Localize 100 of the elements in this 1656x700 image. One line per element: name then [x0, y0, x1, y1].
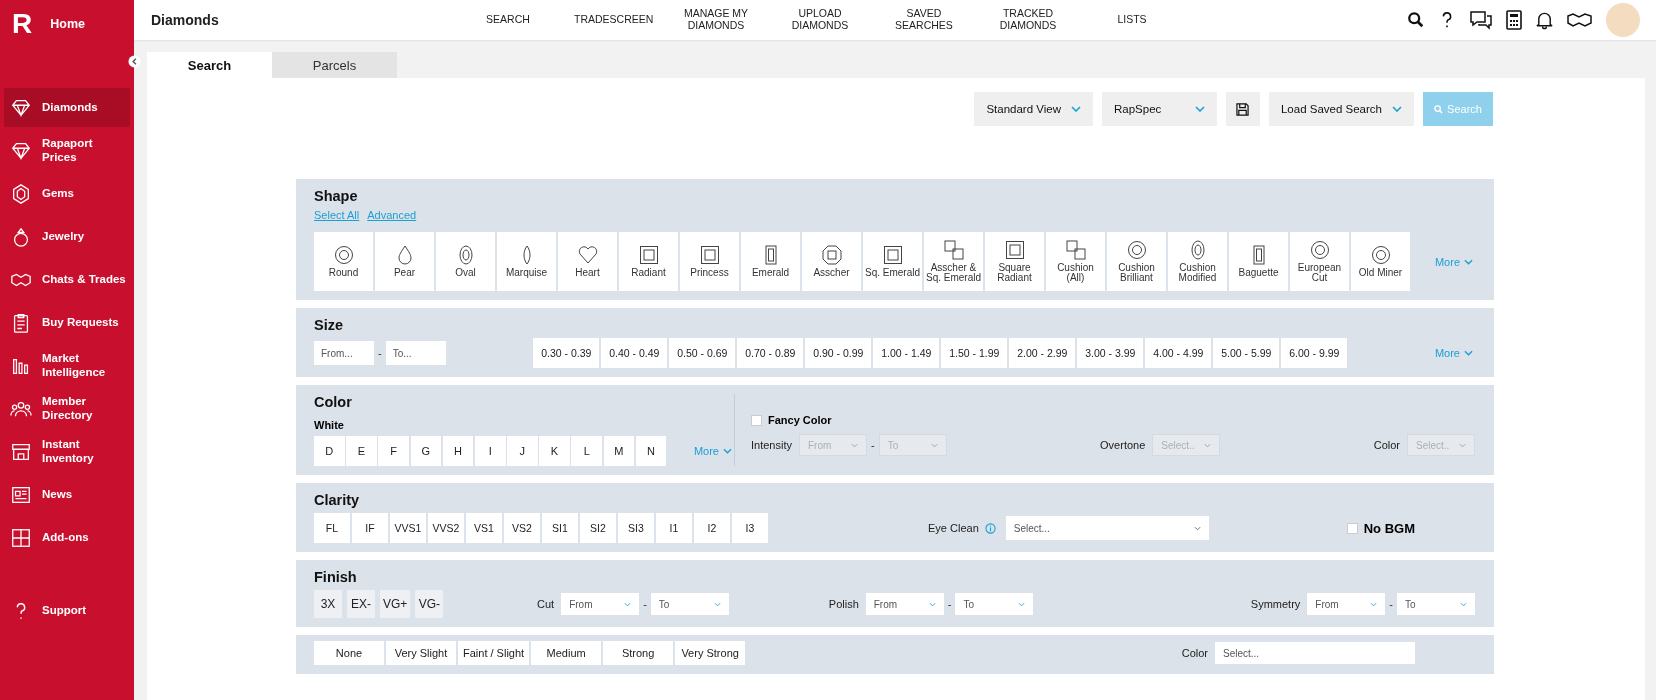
checkbox[interactable]: [1346, 522, 1358, 534]
color-grade-option[interactable]: J: [507, 436, 538, 466]
shape-option[interactable]: Round: [314, 232, 373, 291]
sidebar-item[interactable]: Instant Inventory: [4, 432, 130, 471]
color-grade-option[interactable]: N: [635, 436, 667, 466]
shape-option[interactable]: Emerald: [741, 232, 800, 291]
shape-option[interactable]: Baguette: [1229, 232, 1288, 291]
clarity-grade-option[interactable]: I2: [694, 513, 730, 543]
nav-link[interactable]: UPLOAD DIAMONDS: [768, 8, 872, 32]
size-to-field[interactable]: To...: [385, 341, 446, 365]
size-range-option[interactable]: 1.50 - 1.99: [941, 338, 1008, 368]
size-range-option[interactable]: 5.00 - 5.99: [1213, 338, 1280, 368]
clarity-grade-option[interactable]: SI3: [618, 513, 654, 543]
support-link[interactable]: Support: [4, 591, 130, 630]
from-select[interactable]: From: [1307, 593, 1386, 615]
to-select[interactable]: To: [1397, 593, 1475, 615]
sidebar-item[interactable]: Jewelry: [4, 217, 130, 256]
sidebar-item[interactable]: Diamonds: [4, 88, 130, 127]
shape-option[interactable]: Radiant: [619, 232, 678, 291]
fluorescence-option[interactable]: Faint / Slight: [458, 641, 530, 665]
size-range-option[interactable]: 1.00 - 1.49: [873, 338, 940, 368]
spec-select[interactable]: RapSpec: [1101, 92, 1217, 126]
eye-clean-select[interactable]: Select...: [1005, 516, 1209, 540]
finish-option[interactable]: VG-: [415, 590, 444, 618]
search-icon[interactable]: [1407, 11, 1425, 29]
shape-option[interactable]: Sq. Emerald: [863, 232, 922, 291]
to-select[interactable]: To: [650, 593, 729, 615]
nav-link[interactable]: TRACKED DIAMONDS: [976, 8, 1080, 32]
size-range-option[interactable]: 6.00 - 9.99: [1281, 338, 1348, 368]
shape-option[interactable]: Princess: [680, 232, 739, 291]
view-select[interactable]: Standard View: [974, 92, 1093, 126]
shape-option[interactable]: European Cut: [1290, 232, 1349, 291]
nav-link[interactable]: SEARCH: [456, 14, 560, 26]
fluorescence-option[interactable]: None: [314, 641, 384, 665]
clarity-grade-option[interactable]: I1: [656, 513, 692, 543]
size-range-option[interactable]: 0.30 - 0.39: [533, 338, 600, 368]
color-grade-option[interactable]: H: [442, 436, 474, 466]
sidebar-item[interactable]: Market Intelligence: [4, 346, 130, 385]
shape-option[interactable]: Oval: [436, 232, 495, 291]
shape-option[interactable]: Cushion Modified: [1168, 232, 1227, 291]
from-select[interactable]: From: [561, 593, 640, 615]
color-grade-option[interactable]: E: [346, 436, 377, 466]
shape-option[interactable]: Pear: [375, 232, 434, 291]
color-grade-option[interactable]: M: [603, 436, 635, 466]
from-select[interactable]: From: [865, 593, 944, 615]
finish-option[interactable]: EX-: [347, 590, 375, 618]
size-range-option[interactable]: 0.50 - 0.69: [669, 338, 736, 368]
fluorescence-option[interactable]: Strong: [603, 641, 674, 665]
size-range-option[interactable]: 0.90 - 0.99: [805, 338, 872, 368]
size-range-option[interactable]: 4.00 - 4.99: [1145, 338, 1212, 368]
clarity-grade-option[interactable]: VS2: [504, 513, 540, 543]
sidebar-item[interactable]: Gems: [4, 174, 130, 213]
fluorescence-color-select[interactable]: Select...: [1215, 642, 1415, 664]
size-range-option[interactable]: 3.00 - 3.99: [1077, 338, 1144, 368]
sidebar-item[interactable]: Rapaport Prices: [4, 131, 130, 170]
sidebar-item[interactable]: Buy Requests: [4, 303, 130, 342]
to-select[interactable]: To: [955, 593, 1034, 615]
chat-icon[interactable]: [1469, 10, 1493, 30]
clarity-grade-option[interactable]: I3: [732, 513, 768, 543]
nav-link[interactable]: SAVED SEARCHES: [872, 8, 976, 32]
color-grade-option[interactable]: G: [410, 436, 442, 466]
clarity-grade-option[interactable]: SI2: [580, 513, 616, 543]
home-link[interactable]: Home: [50, 17, 85, 31]
color-grade-option[interactable]: L: [571, 436, 603, 466]
shape-option[interactable]: Cushion Brilliant: [1107, 232, 1166, 291]
size-from-field[interactable]: From...: [314, 341, 374, 365]
sidebar-item[interactable]: Member Directory: [4, 389, 130, 428]
size-range-option[interactable]: 2.00 - 2.99: [1009, 338, 1076, 368]
clarity-grade-option[interactable]: SI1: [542, 513, 578, 543]
size-range-option[interactable]: 0.40 - 0.49: [601, 338, 668, 368]
color-grade-option[interactable]: D: [314, 436, 345, 466]
checkbox[interactable]: [751, 414, 762, 426]
sidebar-item[interactable]: Chats & Trades: [4, 260, 130, 299]
clarity-grade-option[interactable]: VVS2: [428, 513, 464, 543]
nav-link[interactable]: LISTS: [1080, 14, 1184, 26]
size-range-option[interactable]: 0.70 - 0.89: [737, 338, 804, 368]
load-saved-search-select[interactable]: Load Saved Search: [1268, 92, 1414, 126]
shape-option[interactable]: Asscher: [802, 232, 861, 291]
shape-option[interactable]: Cushion (All): [1046, 232, 1105, 291]
save-button[interactable]: [1225, 92, 1260, 126]
clarity-grade-option[interactable]: FL: [314, 513, 350, 543]
color-grade-option[interactable]: F: [378, 436, 409, 466]
sidebar-item[interactable]: Add-ons: [4, 518, 130, 557]
shape-option[interactable]: Old Miner: [1351, 232, 1410, 291]
clarity-grade-option[interactable]: VS1: [466, 513, 502, 543]
collapse-icon[interactable]: [128, 55, 141, 68]
logo[interactable]: R: [12, 10, 33, 38]
nav-link[interactable]: MANAGE MY DIAMONDS: [664, 8, 768, 32]
color-grade-option[interactable]: K: [539, 436, 570, 466]
color-grade-option[interactable]: I: [474, 436, 506, 466]
tab[interactable]: Parcels: [272, 52, 397, 78]
fluorescence-option[interactable]: Very Slight: [386, 641, 456, 665]
clarity-grade-option[interactable]: VVS1: [390, 513, 426, 543]
fluorescence-option[interactable]: Very Strong: [675, 641, 746, 665]
calculator-icon[interactable]: [1506, 10, 1522, 30]
finish-option[interactable]: 3X: [314, 590, 342, 618]
shape-option[interactable]: Heart: [558, 232, 617, 291]
fluorescence-option[interactable]: Medium: [531, 641, 602, 665]
nav-link[interactable]: TRADESCREEN: [560, 14, 664, 26]
shape-option[interactable]: Square Radiant: [985, 232, 1044, 291]
